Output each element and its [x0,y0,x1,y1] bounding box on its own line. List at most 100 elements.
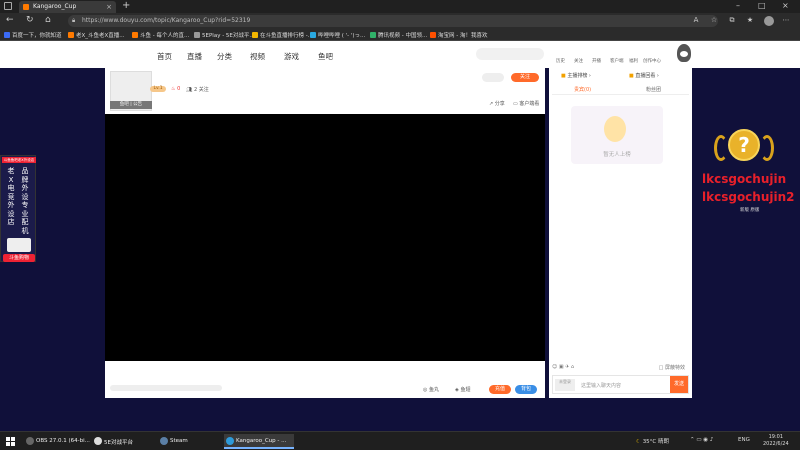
read-aloud-icon[interactable]: A [692,16,700,24]
clock[interactable]: 19:01 2022/6/24 [763,434,789,448]
gift-fishfin[interactable]: ◈ 鱼翅 [455,386,470,393]
moon-icon: ☾ [636,439,643,445]
new-tab-button[interactable]: + [122,0,130,11]
overlay-name-1: lkcsgochujin [702,172,787,186]
bookmarks-bar: 百度一下，你就知道 老X_斗鱼老X直播... 斗鱼 - 每个人的直... 5EP… [0,29,800,41]
bookmark-icon [4,32,10,38]
edge-icon [226,437,234,445]
welfare-link[interactable]: 福利 [629,58,638,64]
taskbar-obs[interactable]: OBS 27.0.1 (64-bi... [24,434,90,449]
send-button[interactable]: 发送 [670,376,688,393]
site-search-input[interactable] [476,48,544,60]
tab-vip[interactable]: 贵宾(0) [574,86,591,93]
replay-link[interactable]: ■ 直播回看 › [629,72,659,79]
user-mascot-avatar[interactable] [677,44,691,62]
rank-badge: ? [712,125,776,169]
question-mark-icon: ? [728,129,760,161]
refresh-icon[interactable]: ↻ [26,15,34,25]
bookmark-item[interactable]: 腾讯视频 - 中国领... [370,31,427,39]
close-tab-icon[interactable]: × [106,3,112,11]
emoji-icon[interactable]: ☺ [552,364,559,370]
bookmark-item[interactable]: 5EPlay - 5E对战平... [194,31,255,39]
creator-link[interactable]: 创作中心 [643,58,661,64]
share-button[interactable]: ↗ 分享 [489,100,505,107]
tab-actions-icon[interactable] [4,2,12,10]
language-indicator[interactable]: ENG [738,437,750,443]
taskbar-5e[interactable]: 5E对战平台 [92,434,152,449]
empty-rank-text: 暂无人上榜 [603,152,631,158]
profile-avatar[interactable] [764,16,774,26]
ad-text-col1: 老X电竞外设店 [7,167,15,226]
follow-link[interactable]: 关注 [574,58,583,64]
bookmark-item[interactable]: 斗鱼 - 每个人的直... [132,31,189,39]
bookmark-item[interactable]: 在斗鱼直播排行榜 -... [252,31,313,39]
favorite-star-icon[interactable]: ☆ [710,16,718,24]
laurel-left-icon [714,135,728,161]
loading-toggle[interactable] [482,73,504,82]
fans-count: 👥︎ 2 关注 [186,87,209,93]
tray-icons[interactable]: ⌃ ▭ ◉ ♪ [690,437,713,443]
player-card: 鱼吧 | 公告 Lv.1 ♨ 0 👥︎ 2 关注 关注 ↗ 分享 ▭ 客户端看 … [105,68,545,398]
client-link[interactable]: 客户端 [610,58,624,64]
ad-text-col2: 品牌外设专业配机 [21,167,29,235]
nav-live[interactable]: 直播 [187,51,202,62]
address-bar[interactable]: 🔒︎ https://www.douyu.com/topic/Kangaroo_… [68,15,718,27]
broadcast-link[interactable]: 开播 [592,58,601,64]
danmaku-input-bar[interactable] [110,385,222,391]
gift-fishball[interactable]: ◎ 鱼丸 [423,386,439,393]
more-icon[interactable]: ⋯ [782,16,790,24]
bookmark-icon [252,32,258,38]
client-watch-button[interactable]: ▭ 客户端看 [513,100,539,107]
overlay-name-2: lkcsgochujin2 [702,190,795,204]
streamer-rank-link[interactable]: ■ 主播排榜 › [561,72,591,79]
ad-top-label: 斗鱼鱼吧老X外设店 [2,157,36,163]
home-icon[interactable]: ⌂ [45,15,51,25]
backpack-button[interactable]: 背包 [515,385,537,394]
bookmark-icon [430,32,436,38]
nav-games[interactable]: 游戏 [284,51,299,62]
maximize-icon[interactable]: □ [758,1,766,10]
collections-icon[interactable]: ★ [746,16,754,24]
minimize-icon[interactable]: – [736,1,740,10]
bookmark-icon [68,32,74,38]
nav-category[interactable]: 分类 [217,51,232,62]
nav-fishbar[interactable]: 鱼吧 [318,51,333,62]
left-ad-banner[interactable]: 斗鱼鱼吧老X外设店 老X电竞外设店 品牌外设专业配机 斗鱼购物 [0,155,36,262]
chat-input-box[interactable]: 未登录 这里输入聊天内容 发送 [552,375,689,394]
bookmark-icon [310,32,316,38]
block-effects-toggle[interactable]: □ 屏蔽特效 [659,364,685,371]
follow-button[interactable]: 关注 [511,73,539,82]
video-player[interactable] [105,114,545,361]
bookmark-item[interactable]: 老X_斗鱼老X直播... [68,31,125,39]
bookmark-item[interactable]: 淘宝网 - 淘！我喜欢 [430,31,487,39]
browser-tab[interactable]: Kangaroo_Cup × [19,1,116,13]
thumbnail-label: 鱼吧 | 公告 [110,101,152,109]
douyu-favicon-icon [23,4,29,10]
bookmark-item[interactable]: 哔哩哔哩 ( '- ')っ... [310,31,365,39]
url-text: https://www.douyu.com/topic/Kangaroo_Cup… [82,17,251,24]
chat-input[interactable]: 这里输入聊天内容 [581,382,621,389]
bookmark-item[interactable]: 百度一下，你就知道 [4,31,62,39]
heat-count: ♨ 0 [171,86,181,92]
lock-icon: 🔒︎ [72,17,76,24]
taskbar-edge[interactable]: Kangaroo_Cup - ... [224,434,294,449]
windows-start-icon[interactable] [6,437,15,446]
bookmark-icon [370,32,376,38]
people-icon: 👥︎ [186,87,194,93]
windows-taskbar: OBS 27.0.1 (64-bi... 5E对战平台 Steam Kangar… [0,431,800,450]
steam-icon [160,437,168,445]
extensions-icon[interactable]: ⧉ [728,16,736,24]
back-icon[interactable]: ← [6,15,14,25]
tab-fan-club[interactable]: 粉丝团 [646,86,661,93]
nav-video[interactable]: 视频 [250,51,265,62]
gift-icon[interactable]: ⌂ [571,364,574,370]
nav-home[interactable]: 首页 [157,51,172,62]
close-window-icon[interactable]: × [782,1,789,10]
bookmark-icon [194,32,200,38]
tab-title: Kangaroo_Cup [33,3,77,10]
weather-tray[interactable]: ☾ 35°C 晴朗 [636,437,669,445]
recharge-button[interactable]: 充值 [489,385,511,394]
rank-subtabs: 贵宾(0) 粉丝团 [552,83,689,95]
history-link[interactable]: 历史 [556,58,565,64]
taskbar-steam[interactable]: Steam [158,434,218,449]
